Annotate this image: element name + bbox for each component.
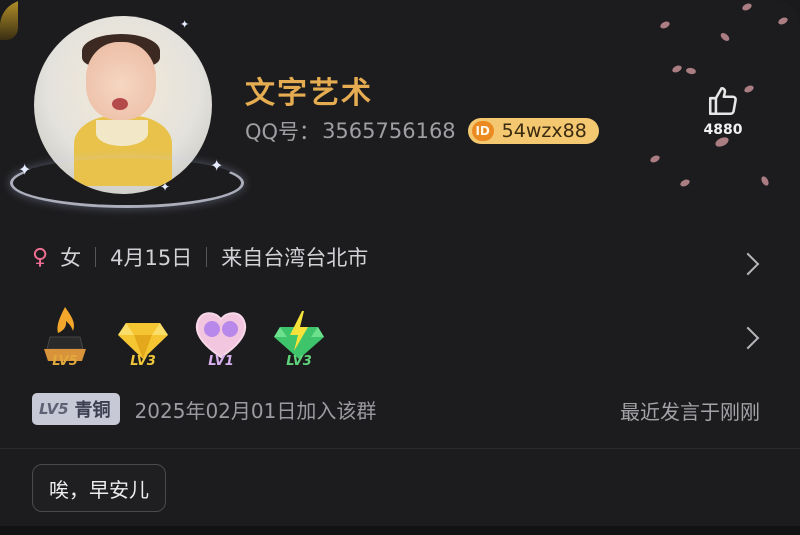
divider bbox=[206, 247, 208, 267]
badge-item[interactable]: LV3 bbox=[270, 305, 328, 369]
gender: 女 bbox=[60, 246, 82, 270]
badge-level: LV1 bbox=[208, 354, 234, 369]
bottom-bar bbox=[0, 526, 800, 535]
signature-message[interactable]: 唉，早安儿 bbox=[32, 464, 166, 512]
group-level-name: 青铜 bbox=[74, 400, 111, 421]
like-button[interactable]: 4880 bbox=[698, 84, 748, 138]
avatar-collar bbox=[96, 120, 148, 146]
join-date: 2025年02月01日加入该群 bbox=[134, 398, 377, 423]
id-icon: ID bbox=[471, 121, 494, 141]
nickname: 文字艺术 bbox=[245, 76, 373, 111]
location: 来自台湾台北市 bbox=[221, 246, 369, 270]
avatar-frame[interactable]: ✦ ✦ ✦ ✦ bbox=[10, 8, 244, 208]
last-speak-time: 最近发言于刚刚 bbox=[620, 400, 760, 424]
chevron-right-icon[interactable] bbox=[736, 252, 760, 276]
badge-list[interactable]: LV5 LV3 LV1 LV3 bbox=[36, 303, 328, 369]
qq-row: QQ号： 3565756168 ID 54wzx88 bbox=[245, 116, 599, 146]
group-level-badge[interactable]: LV5 青铜 bbox=[32, 393, 120, 425]
sparkle-icon: ✦ bbox=[180, 18, 190, 31]
like-count: 4880 bbox=[703, 122, 743, 138]
badge-item[interactable]: LV3 bbox=[114, 305, 172, 369]
badge-item[interactable]: LV5 bbox=[36, 305, 94, 369]
badge-level: LV3 bbox=[286, 354, 312, 369]
badge-item[interactable]: LV1 bbox=[192, 305, 250, 369]
qq-label: QQ号： bbox=[245, 120, 321, 144]
profile-card: ✦ ✦ ✦ ✦ 文字艺术 QQ号： 3565756168 ID 54wzx88 … bbox=[0, 0, 800, 535]
avatar-ring bbox=[10, 158, 244, 208]
thumbs-up-icon bbox=[708, 86, 737, 116]
birthday: 4月15日 bbox=[110, 246, 193, 270]
custom-id-badge[interactable]: ID 54wzx88 bbox=[467, 118, 599, 144]
sparkle-icon: ✦ bbox=[18, 160, 32, 179]
custom-id: 54wzx88 bbox=[501, 120, 587, 142]
group-level-row: LV5 青铜 2025年02月01日加入该群 bbox=[32, 392, 376, 426]
chevron-right-icon[interactable] bbox=[736, 326, 760, 350]
sparkle-icon: ✦ bbox=[210, 156, 224, 175]
group-level-code: LV5 bbox=[39, 400, 69, 418]
basic-info-row[interactable]: ♀ 女 4月15日 来自台湾台北市 bbox=[32, 242, 368, 272]
female-icon: ♀ bbox=[32, 244, 49, 270]
qq-number[interactable]: 3565756168 bbox=[322, 119, 456, 143]
sparkle-icon: ✦ bbox=[160, 180, 171, 194]
divider bbox=[95, 247, 97, 267]
section-divider bbox=[0, 448, 800, 449]
badge-level: LV5 bbox=[52, 354, 78, 369]
badge-level: LV3 bbox=[130, 354, 156, 369]
avatar-mouth bbox=[112, 98, 128, 110]
